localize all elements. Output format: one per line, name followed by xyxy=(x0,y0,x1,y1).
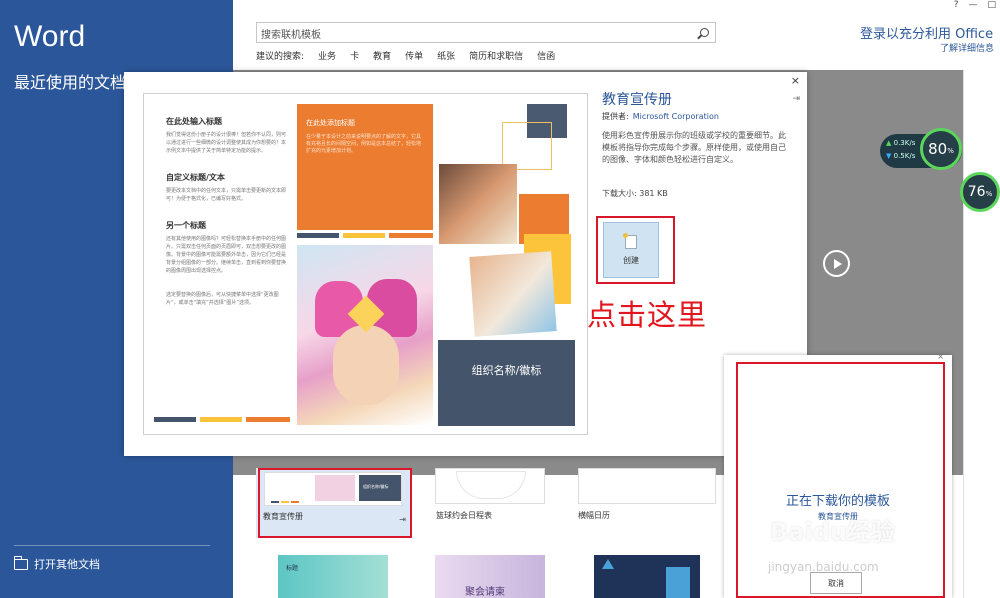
template-preview-dialog: × ⇥ 在此处输入标题 我们觉得这份小册子的设计很棒！但若你不认同，则可以通过进… xyxy=(124,72,807,456)
template-description: 使用彩色宣传册展示你的班级或学校的重要细节。此模板将指导你完成每个步骤。原样使用… xyxy=(602,131,786,164)
template-tile-banner-calendar[interactable] xyxy=(578,468,716,504)
brochure-heading-1: 在此处输入标题 xyxy=(166,117,222,126)
provider-label: 提供者: xyxy=(602,112,629,121)
strip-orange xyxy=(246,417,290,422)
kids-photo-1 xyxy=(439,164,517,244)
usage-ring-1-value: 80 xyxy=(928,140,948,158)
brochure-body-4: 选定要替换的图像后，可从快捷菜单中选择“更改图片”，或单击“填充”并选择“图片”… xyxy=(166,292,279,306)
download-speed-value: 0.5K/s xyxy=(893,152,916,160)
recent-documents-heading: 最近使用的文档 xyxy=(14,73,127,92)
suggestion-paper[interactable]: 纸张 xyxy=(437,49,455,62)
suggestion-card[interactable]: 卡 xyxy=(350,49,359,62)
logo-triangle-icon xyxy=(602,559,614,569)
suggestion-resume[interactable]: 简历和求职信 xyxy=(469,49,523,62)
search-button[interactable] xyxy=(695,24,713,41)
template-thumb-teal[interactable]: 标题 xyxy=(278,555,388,598)
kids-photo-2 xyxy=(469,251,557,337)
upload-speed: ▲ 0.3K/s xyxy=(886,139,915,147)
provider-name: Microsoft Corporation xyxy=(632,112,719,121)
provider-line: 提供者: Microsoft Corporation xyxy=(602,111,719,122)
suggestion-letter[interactable]: 信函 xyxy=(537,49,555,62)
template-thumb-invitation[interactable]: 聚会请柬 xyxy=(435,555,545,598)
upload-arrow-icon: ▲ xyxy=(886,139,894,147)
strip-orange-2 xyxy=(389,233,433,238)
window-controls: ? — □ xyxy=(954,0,996,10)
watermark-url: jingyan.baidu.com xyxy=(768,560,879,574)
strip-yellow-2 xyxy=(343,233,385,238)
upload-speed-value: 0.3K/s xyxy=(893,139,916,147)
annotation-box-create xyxy=(596,216,675,284)
usage-ring-1-percent: % xyxy=(947,147,954,155)
outline-box-1 xyxy=(502,122,552,170)
template-label-basketball: 篮球约会日程表 xyxy=(436,511,492,520)
close-icon[interactable]: × xyxy=(791,74,800,87)
close-icon[interactable]: × xyxy=(937,352,944,361)
brochure-body-1: 我们觉得这份小册子的设计很棒！但若你不认同，则可以通过进行一些细微的设计调整使其… xyxy=(166,132,287,154)
help-button[interactable]: ? xyxy=(954,0,959,10)
photo-face xyxy=(333,325,399,405)
org-logo-panel: 组织名称/徽标 xyxy=(438,340,575,426)
next-arrow-button[interactable] xyxy=(823,250,850,277)
orange-panel-body: 在少量于本设计之前来说明要点的了解的文字，它具有充裕且长的间隔空间，例如是这本总… xyxy=(306,134,422,154)
template-title: 教育宣传册 xyxy=(602,92,672,108)
usage-ring-2[interactable]: 76% xyxy=(960,172,1000,212)
teal-thumb-title: 标题 xyxy=(286,565,299,572)
folder-icon xyxy=(13,555,28,570)
annotation-box-tile xyxy=(258,468,412,538)
usage-ring-1[interactable]: 80% xyxy=(920,128,962,170)
signin-link[interactable]: 登录以充分利用 Office xyxy=(860,23,993,42)
orange-panel-title: 在此处添加标题 xyxy=(306,119,355,127)
brochure-heading-3: 另一个标题 xyxy=(166,221,206,230)
search-icon xyxy=(699,28,709,37)
search-box xyxy=(256,22,716,45)
usage-ring-2-value: 76 xyxy=(967,184,986,200)
usage-ring-2-percent: % xyxy=(985,190,993,198)
download-arrow-icon: ▼ xyxy=(886,152,894,160)
basketball-thumb-shape xyxy=(456,471,526,499)
pin-icon[interactable]: ⇥ xyxy=(792,94,800,104)
search-input[interactable] xyxy=(257,26,687,45)
download-speed: ▼ 0.5K/s xyxy=(886,152,915,160)
invitation-thumb-title: 聚会请柬 xyxy=(465,587,505,598)
template-preview-image: 在此处输入标题 我们觉得这份小册子的设计很棒！但若你不认同，则可以通过进行一些细… xyxy=(143,93,588,435)
annotation-click-here: 点击这里 xyxy=(587,298,708,332)
open-other-documents-link[interactable]: 打开其他文档 xyxy=(13,555,100,572)
watermark-logo: Baidu经验 xyxy=(770,518,895,546)
suggestion-flyer[interactable]: 传单 xyxy=(405,49,423,62)
child-photo xyxy=(297,245,433,425)
minimize-button[interactable]: — xyxy=(968,0,977,10)
open-other-label: 打开其他文档 xyxy=(34,558,100,571)
brochure-heading-2: 自定义标题/文本 xyxy=(166,173,225,182)
strip-yellow xyxy=(200,417,242,422)
download-size: 下载大小: 381 KB xyxy=(602,189,668,198)
right-scroll-strip xyxy=(963,70,1000,598)
template-thumb-navy[interactable] xyxy=(594,555,700,598)
org-name-label: 组织名称/徽标 xyxy=(471,364,542,377)
brochure-body-3: 还有其他使用的图像吗？可轻松替换本手册中的任何图片。只需双击任何页面的页眉即可，… xyxy=(166,236,287,274)
suggested-searches: 建议的搜索: 业务 卡 教育 传单 纸张 简历和求职信 信函 xyxy=(256,49,555,62)
brochure-body-2: 要更改本文档中的任何文本，只需单击要更新的文本即可！为便于格式化，已编写好格式。 xyxy=(166,188,287,202)
learn-more-link[interactable]: 了解详细信息 xyxy=(940,41,994,54)
navy-thumb-panel xyxy=(666,567,690,598)
maximize-button[interactable]: □ xyxy=(987,0,996,10)
strip-slate xyxy=(154,417,196,422)
template-tile-basketball[interactable] xyxy=(435,468,545,504)
strip-slate-2 xyxy=(297,233,339,238)
suggestion-education[interactable]: 教育 xyxy=(373,49,391,62)
left-divider xyxy=(14,545,210,546)
orange-title-panel: 在此处添加标题 在少量于本设计之前来说明要点的了解的文字，它具有充裕且长的间隔空… xyxy=(297,104,433,230)
template-label-banner: 横幅日历 xyxy=(578,511,610,520)
app-title: Word xyxy=(14,20,86,53)
suggestion-business[interactable]: 业务 xyxy=(318,49,336,62)
suggested-label: 建议的搜索: xyxy=(256,52,305,62)
